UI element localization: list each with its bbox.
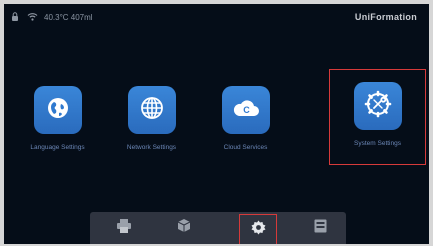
file-icon: [314, 219, 327, 238]
language-settings-label: Language Settings: [30, 144, 85, 151]
dock-model[interactable]: [166, 216, 202, 240]
globe-icon: [45, 95, 71, 126]
dock-print[interactable]: [106, 216, 142, 240]
cube-icon: [177, 218, 191, 238]
brand-logo: UniFormation: [354, 12, 417, 22]
app-network-settings[interactable]: Network Settings: [104, 82, 199, 168]
cloud-services-label: Cloud Services: [223, 144, 268, 151]
svg-text:C: C: [243, 105, 250, 115]
app-cloud-services[interactable]: C Cloud Services: [198, 82, 293, 168]
system-settings-tile[interactable]: [353, 82, 402, 130]
lock-icon: [11, 11, 19, 23]
dock-settings[interactable]: [239, 214, 277, 244]
status-bar: 40.3°C 407ml UniFormation: [4, 4, 429, 30]
temperature-volume-readout: 40.3°C 407ml: [44, 12, 93, 22]
settings-icon: [251, 220, 266, 240]
network-settings-label: Network Settings: [126, 144, 177, 151]
system-settings-label: System Settings: [354, 140, 401, 147]
network-settings-tile[interactable]: [127, 86, 176, 134]
app-system-settings[interactable]: System Settings: [329, 69, 426, 165]
gear-icon: [364, 90, 392, 123]
cloud-icon: C: [231, 96, 261, 125]
printer-icon: [116, 218, 132, 238]
wifi-icon: [27, 12, 38, 23]
language-settings-tile[interactable]: [33, 86, 82, 134]
dock-files[interactable]: [302, 216, 338, 240]
bottom-dock: [90, 212, 346, 244]
printer-screen: 40.3°C 407ml UniFormation Language Setti…: [4, 4, 429, 244]
network-globe-icon: [139, 95, 165, 126]
app-language-settings[interactable]: Language Settings: [10, 82, 105, 168]
cloud-services-tile[interactable]: C: [221, 86, 270, 134]
